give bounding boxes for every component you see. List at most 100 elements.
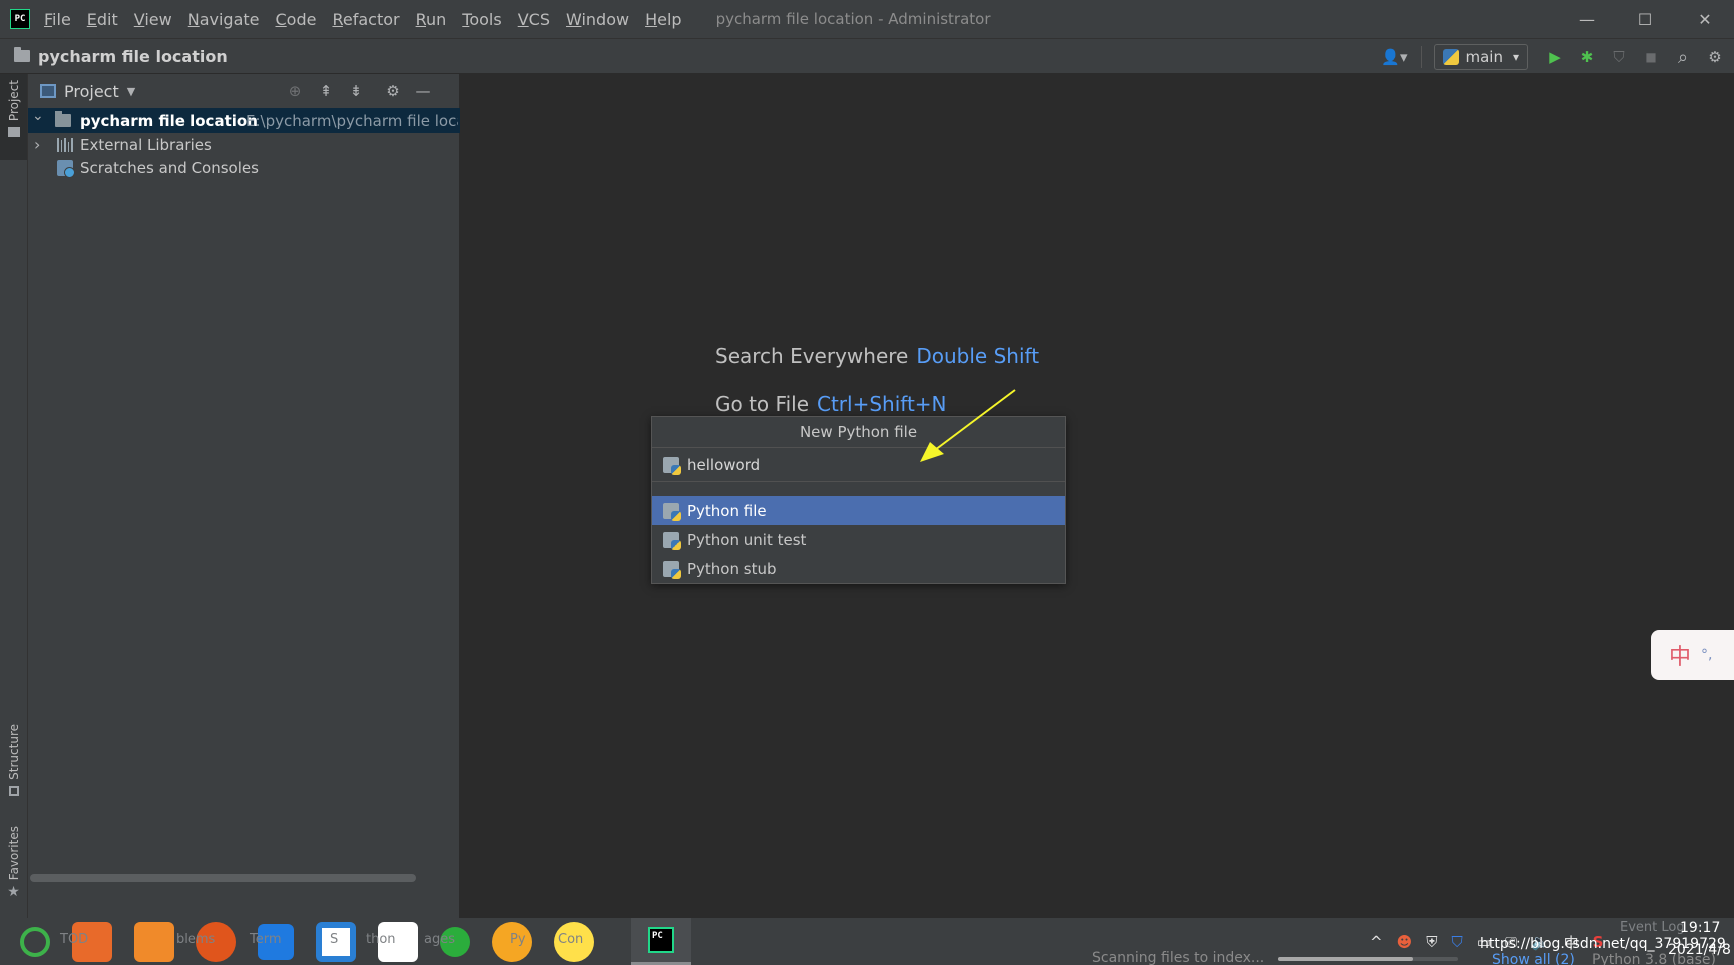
clock-date[interactable]: 2021/4/8 <box>1668 942 1731 958</box>
run-config-label: main <box>1465 48 1503 66</box>
coverage-button[interactable]: ⛉ <box>1608 46 1630 68</box>
tray-shield-icon[interactable]: ⛨ <box>1426 933 1437 951</box>
tree-item-scratches[interactable]: Scratches and Consoles <box>28 155 460 180</box>
tree-item-external-libraries[interactable]: › External Libraries <box>28 132 460 157</box>
list-item-label: Python unit test <box>687 530 807 549</box>
search-everywhere-hint: Search Everywhere Double Shift <box>715 344 1039 368</box>
project-tab-label: Project <box>6 80 21 122</box>
project-panel-header: Project ▼ ⊕ ⇞ ⇟ ⚙ — <box>28 74 459 108</box>
ghost-label: ages <box>424 932 455 947</box>
horizontal-scrollbar[interactable] <box>30 874 416 882</box>
menu-view[interactable]: View <box>134 10 172 29</box>
indexing-status: Scanning files to index... <box>1092 950 1265 965</box>
arrow-shaft <box>934 389 1016 451</box>
menu-run[interactable]: Run <box>416 10 447 29</box>
python-file-icon <box>663 502 681 521</box>
event-log-label[interactable]: Event Log <box>1620 920 1685 935</box>
library-icon <box>57 137 73 152</box>
clock-time[interactable]: 19:17 <box>1680 920 1720 936</box>
pycharm-logo-icon: PC <box>10 9 30 29</box>
folder-icon <box>55 111 71 127</box>
file-type-python-file[interactable]: Python file <box>652 496 1065 525</box>
settings-gear-icon[interactable]: ⚙ <box>1704 46 1726 68</box>
structure-tab-label: Structure <box>6 724 21 780</box>
ghost-label: Term <box>250 932 282 947</box>
settings-gear-icon[interactable]: ⚙ <box>382 81 404 101</box>
toolbar-right: 👤▾ main ▾ ▶ ✱ ⛉ ■ ⌕ ⚙ <box>1377 39 1734 75</box>
menu-help[interactable]: Help <box>645 10 681 29</box>
python-file-icon <box>663 531 681 550</box>
folder-icon <box>7 127 20 138</box>
favorites-tool-tab[interactable]: Favorites ★ <box>0 826 27 900</box>
close-button[interactable]: ✕ <box>1676 0 1734 38</box>
annotation-arrow <box>920 389 1016 462</box>
folder-icon <box>14 47 30 62</box>
python-icon <box>1443 49 1460 65</box>
file-type-python-unit-test[interactable]: Python unit test <box>652 525 1065 554</box>
tree-item-path: E:\pycharm\pycharm file location <box>246 111 458 130</box>
file-type-list: Python file Python unit test Python stub <box>652 496 1065 583</box>
hint-shortcut: Double Shift <box>916 344 1040 368</box>
menu-tools[interactable]: Tools <box>462 10 501 29</box>
project-tool-window: Project ▼ ⊕ ⇞ ⇟ ⚙ — ⌄ pycharm file locat… <box>28 74 460 918</box>
collapse-all-icon[interactable]: ⇟ <box>345 81 367 101</box>
menu-code[interactable]: Code <box>276 10 317 29</box>
debug-button[interactable]: ✱ <box>1576 46 1598 68</box>
ghost-label: S <box>330 932 339 947</box>
chevron-down-icon[interactable]: ⌄ <box>32 108 44 124</box>
menu-refactor[interactable]: Refactor <box>332 10 399 29</box>
show-all-link[interactable]: Show all (2) <box>1492 952 1575 965</box>
menu-vcs[interactable]: VCS <box>518 10 550 29</box>
tree-item-label: External Libraries <box>80 135 212 154</box>
menu-edit[interactable]: Edit <box>87 10 118 29</box>
structure-tool-tab[interactable]: Structure <box>0 724 27 796</box>
run-configuration-dropdown[interactable]: main ▾ <box>1434 44 1528 70</box>
menu-bar: PC File Edit View Navigate Code Refactor… <box>0 0 1734 38</box>
structure-icon <box>8 785 19 796</box>
favorites-tab-label: Favorites <box>6 826 21 881</box>
python-file-icon <box>663 560 681 579</box>
project-panel-title[interactable]: Project <box>64 82 119 101</box>
file-type-python-stub[interactable]: Python stub <box>652 554 1065 583</box>
breadcrumb-project[interactable]: pycharm file location <box>38 47 228 66</box>
run-button[interactable]: ▶ <box>1544 46 1566 68</box>
locate-file-icon[interactable]: ⊕ <box>284 81 306 101</box>
tray-app-icon[interactable]: ☻ <box>1397 933 1413 951</box>
scratches-icon <box>57 159 75 178</box>
menu-file[interactable]: File <box>44 10 71 29</box>
ghost-label: thon <box>366 932 396 947</box>
hide-panel-icon[interactable]: — <box>412 81 434 101</box>
maximize-button[interactable]: ☐ <box>1616 0 1674 38</box>
list-item-label: Python file <box>687 501 767 520</box>
minimize-button[interactable]: — <box>1558 0 1616 38</box>
tree-item-project-root[interactable]: ⌄ pycharm file location E:\pycharm\pycha… <box>28 108 460 133</box>
chevron-right-icon[interactable]: › <box>34 135 40 154</box>
list-item-label: Python stub <box>687 559 777 578</box>
tree-item-label: pycharm file location <box>80 111 258 130</box>
taskbar-app-360-icon[interactable] <box>20 926 50 957</box>
expand-all-icon[interactable]: ⇞ <box>315 81 337 101</box>
window-title: pycharm file location - Administrator <box>715 10 991 28</box>
user-account-icon[interactable]: 👤▾ <box>1377 46 1411 68</box>
chevron-down-icon[interactable]: ▼ <box>127 85 135 98</box>
ghost-label: blems <box>176 932 216 947</box>
tree-item-label: Scratches and Consoles <box>80 158 259 177</box>
tray-security-icon[interactable]: ⛉ <box>1451 933 1462 951</box>
ghost-label: Con <box>558 932 584 947</box>
python-file-icon <box>663 456 681 475</box>
ghost-label: Py <box>510 932 526 947</box>
ime-floating-widget[interactable]: 中 °, <box>1651 630 1734 680</box>
ime-punct-icon: °, <box>1701 647 1713 663</box>
toolbar-divider <box>1421 46 1423 68</box>
taskbar-app-pycharm[interactable]: PC <box>631 918 691 965</box>
taskbar-app-browser-icon[interactable] <box>134 921 174 962</box>
menu-window[interactable]: Window <box>566 10 629 29</box>
tray-expand-icon[interactable]: ^ <box>1370 933 1383 951</box>
menu-navigate[interactable]: Navigate <box>188 10 260 29</box>
project-tool-tab[interactable]: Project <box>0 74 27 160</box>
ghost-label: TOD <box>60 932 89 947</box>
pycharm-logo-icon: PC <box>648 927 674 953</box>
search-icon[interactable]: ⌕ <box>1672 46 1694 68</box>
chevron-down-icon: ▾ <box>1512 50 1519 64</box>
stop-button[interactable]: ■ <box>1640 46 1662 68</box>
